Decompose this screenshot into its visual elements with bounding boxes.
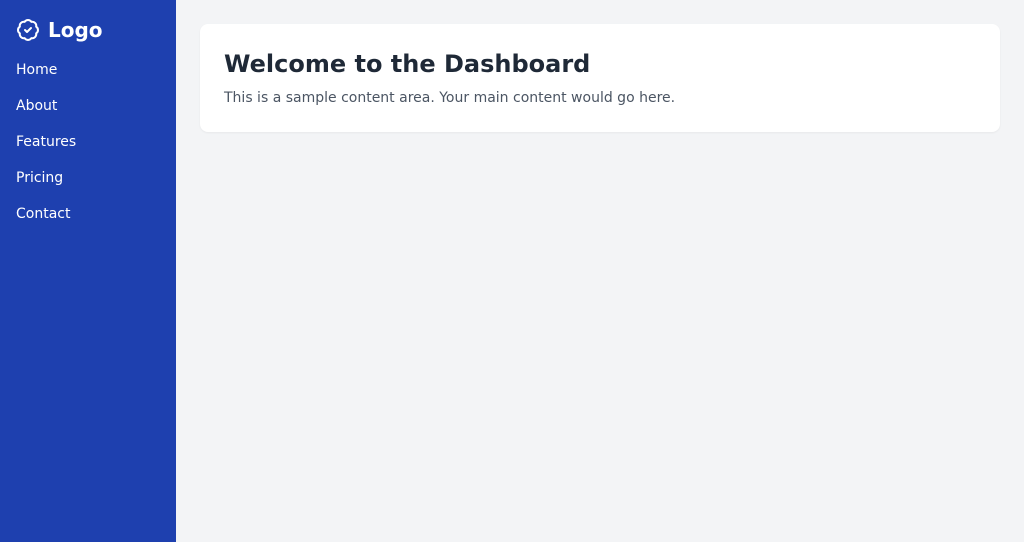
page-title: Welcome to the Dashboard: [224, 48, 976, 80]
sidebar-item-contact[interactable]: Contact: [16, 204, 160, 224]
content-card: Welcome to the Dashboard This is a sampl…: [200, 24, 1000, 132]
brand: Logo: [16, 16, 160, 44]
sidebar-nav: Home About Features Pricing Contact: [16, 60, 160, 224]
sidebar-item-pricing[interactable]: Pricing: [16, 168, 160, 188]
sidebar: Logo Home About Features Pricing Contact: [0, 0, 176, 542]
badge-check-icon: [16, 18, 40, 42]
sidebar-item-home[interactable]: Home: [16, 60, 160, 80]
sidebar-item-features[interactable]: Features: [16, 132, 160, 152]
app-layout: Logo Home About Features Pricing Contact…: [0, 0, 1024, 542]
main-content: Welcome to the Dashboard This is a sampl…: [176, 0, 1024, 542]
page-description: This is a sample content area. Your main…: [224, 88, 976, 108]
brand-label: Logo: [48, 16, 103, 44]
sidebar-item-about[interactable]: About: [16, 96, 160, 116]
